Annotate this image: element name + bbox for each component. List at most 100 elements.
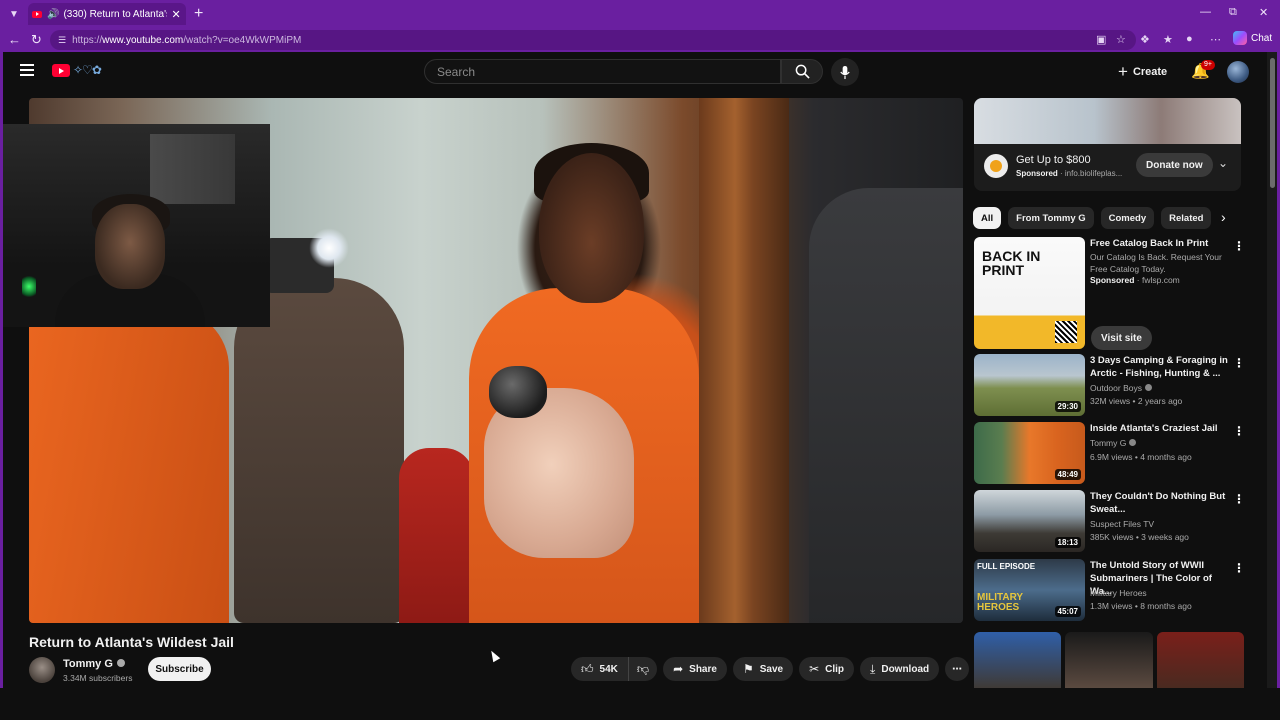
settings-more-icon[interactable]: ⋯ <box>1210 33 1221 46</box>
sponsored-list-item[interactable]: BACK IN PRINT Free Catalog Back In Print … <box>974 237 1245 355</box>
search-input[interactable] <box>435 63 759 80</box>
more-vertical-icon[interactable]: ⋮ <box>1233 492 1245 506</box>
page-scrollbar[interactable] <box>1267 52 1277 688</box>
more-actions-button[interactable]: ⋯ <box>945 657 970 681</box>
like-button[interactable]: 👍︎ 54K <box>571 657 629 681</box>
chip-comedy[interactable]: Comedy <box>1100 207 1155 229</box>
clip-label: Clip <box>825 663 845 675</box>
video-frame-arm <box>809 188 963 623</box>
close-window-icon[interactable]: ✕ <box>1259 6 1268 19</box>
duration-badge: 29:30 <box>1054 401 1081 412</box>
subscribe-button[interactable]: Subscribe <box>148 657 211 681</box>
rec-channel[interactable]: Outdoor Boys <box>1090 383 1152 393</box>
webcam-green-light <box>22 274 36 299</box>
extensions-icon[interactable]: ❖ <box>1140 33 1150 46</box>
like-dislike-group: 👍︎ 54K 👎︎ <box>571 657 658 681</box>
chip-all[interactable]: All <box>973 207 1002 229</box>
youtube-logo-icon[interactable] <box>52 64 70 77</box>
video-title: Return to Atlanta's Wildest Jail <box>29 634 234 650</box>
channel-name-link[interactable]: Tommy G <box>63 658 125 670</box>
profile-icon[interactable]: ● <box>1186 33 1193 45</box>
clip-button[interactable]: ✂ Clip <box>799 657 855 681</box>
verified-icon <box>1129 439 1137 446</box>
youtube-doodle-icon[interactable]: ✧♡✿ <box>73 63 102 77</box>
account-avatar[interactable] <box>1227 61 1249 83</box>
recommendation-item[interactable]: 29:30 3 Days Camping & Foraging in Arcti… <box>974 354 1245 418</box>
download-icon: ⤓ <box>870 661 876 676</box>
webcam-background-window <box>150 134 235 204</box>
minimize-icon[interactable]: — <box>1200 6 1211 18</box>
shorts-thumbnail[interactable] <box>1156 632 1244 688</box>
sidebar-ad-card[interactable]: Get Up to $800 Sponsored · info.biolifep… <box>974 98 1241 191</box>
verified-icon <box>1144 384 1152 391</box>
share-button[interactable]: ➦ Share <box>663 657 727 681</box>
more-vertical-icon[interactable]: ⋮ <box>1233 239 1245 253</box>
recommendation-item[interactable]: 18:13 They Couldn't Do Nothing But Sweat… <box>974 490 1245 554</box>
restore-icon[interactable]: ⧉ <box>1229 6 1237 19</box>
menu-icon[interactable] <box>20 64 34 79</box>
rec-stats: 385K views • 3 weeks ago <box>1090 532 1189 542</box>
rec-title[interactable]: 3 Days Camping & Foraging in Arctic - Fi… <box>1090 354 1228 380</box>
rec-channel[interactable]: Military Heroes <box>1090 588 1147 598</box>
shorts-thumbnail[interactable] <box>1065 632 1153 688</box>
rec-channel[interactable]: Suspect Files TV <box>1090 519 1154 529</box>
rec-channel[interactable]: Tommy G <box>1090 438 1137 448</box>
recommendation-item[interactable]: 48:49 Inside Atlanta's Craziest Jail Tom… <box>974 422 1245 486</box>
back-arrow-icon[interactable]: ← <box>8 32 21 47</box>
scrollbar-thumb[interactable] <box>1270 58 1275 188</box>
video-thumbnail[interactable]: FULL EPISODE MILITARY HEROES 45:07 <box>974 559 1085 621</box>
tab-actions-menu-icon[interactable]: ▼ <box>6 6 22 22</box>
download-label: Download <box>881 663 930 675</box>
new-tab-plus-icon[interactable]: + <box>194 5 203 23</box>
video-actions: 👍︎ 54K 👎︎ ➦ Share ⚑ Save ✂ Clip ⤓ Downlo… <box>571 657 970 681</box>
chat-label: Chat <box>1251 32 1273 44</box>
chevron-down-icon[interactable]: ⌄ <box>1218 156 1228 170</box>
browser-tab[interactable]: 🔊 (330) Return to Atlanta's Wild ✕ <box>28 3 186 25</box>
close-tab-icon[interactable]: ✕ <box>171 8 180 21</box>
address-bar[interactable]: ☰ https://www.youtube.com/watch?v=oe4WkW… <box>50 30 1136 50</box>
url-text[interactable]: https://www.youtube.com/watch?v=oe4WkWPM… <box>72 35 301 46</box>
ad-meta: Sponsored · info.biolifeplas... <box>1016 169 1123 178</box>
copilot-chat-button[interactable]: Chat <box>1233 31 1272 45</box>
site-info-icon[interactable]: ☰ <box>58 35 66 46</box>
chevron-right-icon[interactable]: › <box>1221 209 1226 225</box>
video-frame-person-left <box>29 308 229 623</box>
search-box[interactable] <box>424 59 781 84</box>
more-vertical-icon[interactable]: ⋮ <box>1233 356 1245 370</box>
video-thumbnail[interactable]: 29:30 <box>974 354 1085 416</box>
youtube-page: ✧♡✿ + Create 🔔 9+ <box>3 52 1277 688</box>
favorite-star-icon[interactable]: ☆ <box>1116 33 1126 46</box>
recommendation-item[interactable]: FULL EPISODE MILITARY HEROES 45:07 The Un… <box>974 559 1245 623</box>
rec-title[interactable]: They Couldn't Do Nothing But Sweat... <box>1090 490 1228 516</box>
dislike-button[interactable]: 👎︎ <box>628 657 658 681</box>
donate-now-button[interactable]: Donate now <box>1136 153 1213 177</box>
favorites-icon[interactable]: ★ <box>1163 33 1173 46</box>
channel-avatar[interactable] <box>29 657 55 683</box>
visit-site-button[interactable]: Visit site <box>1091 326 1152 350</box>
save-button[interactable]: ⚑ Save <box>732 657 794 681</box>
speaker-icon[interactable]: 🔊 <box>47 9 59 20</box>
voice-search-button[interactable] <box>831 58 859 86</box>
shorts-thumbnail[interactable] <box>974 632 1062 688</box>
download-button[interactable]: ⤓ Download <box>860 657 940 681</box>
verified-icon <box>116 659 125 667</box>
more-vertical-icon[interactable]: ⋮ <box>1233 424 1245 438</box>
more-vertical-icon[interactable]: ⋮ <box>1233 561 1245 575</box>
save-label: Save <box>759 663 784 675</box>
search-button[interactable] <box>781 59 823 84</box>
chip-from-tommy-g[interactable]: From Tommy G <box>1008 207 1094 229</box>
sponsored-title[interactable]: Free Catalog Back In Print <box>1090 237 1228 250</box>
sponsored-description: Our Catalog Is Back. Request Your Free Ca… <box>1090 252 1222 274</box>
rec-title[interactable]: Inside Atlanta's Craziest Jail <box>1090 422 1228 435</box>
duration-badge: 48:49 <box>1054 469 1081 480</box>
refresh-icon[interactable]: ↻ <box>31 32 42 48</box>
video-thumbnail[interactable]: 18:13 <box>974 490 1085 552</box>
address-bar-row: ← ↻ ☰ https://www.youtube.com/watch?v=oe… <box>0 28 1280 52</box>
create-button[interactable]: + Create <box>1118 61 1167 83</box>
duration-badge: 18:13 <box>1054 537 1081 548</box>
catalog-thumbnail[interactable]: BACK IN PRINT <box>974 237 1085 349</box>
chip-related[interactable]: Related <box>1161 207 1212 229</box>
app-available-icon[interactable]: ▣ <box>1096 33 1106 46</box>
video-thumbnail[interactable]: 48:49 <box>974 422 1085 484</box>
tab-title: (330) Return to Atlanta's Wild <box>63 8 168 20</box>
